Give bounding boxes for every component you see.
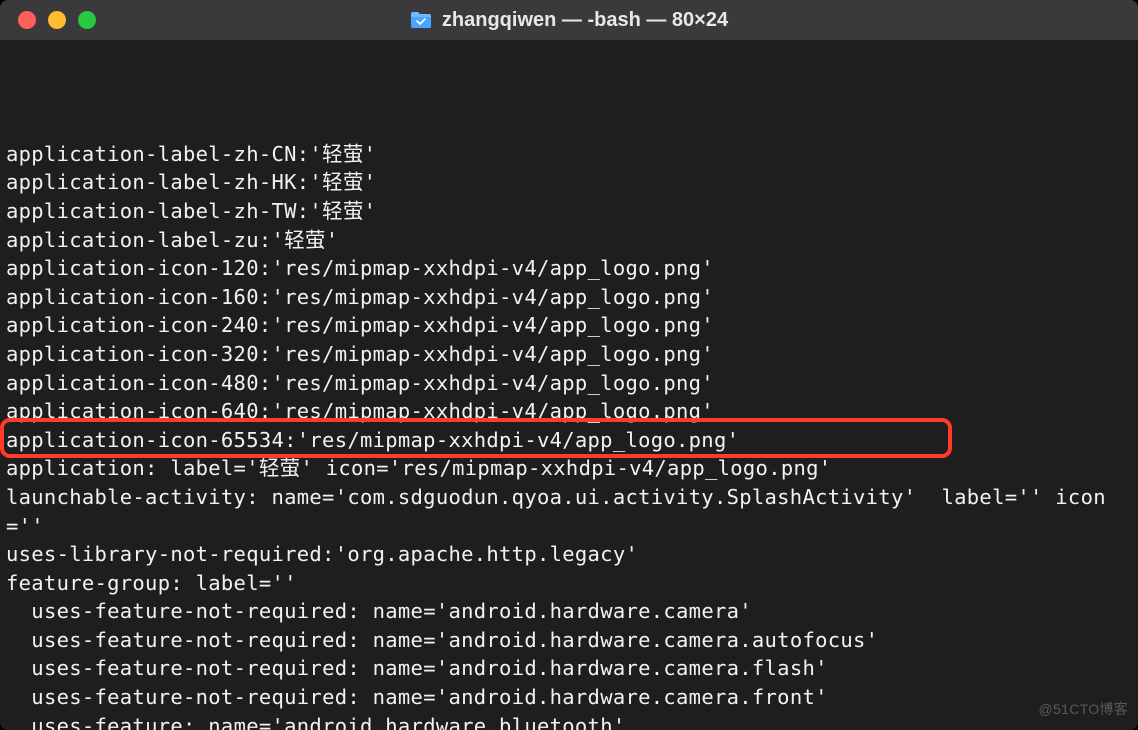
terminal-line: uses-feature-not-required: name='android… (6, 654, 1134, 683)
terminal-window: zhangqiwen — -bash — 80×24 application-l… (0, 0, 1138, 730)
terminal-line: application-label-zh-CN:'轻萤' (6, 140, 1134, 169)
traffic-lights (18, 11, 96, 29)
terminal-line: feature-group: label='' (6, 569, 1134, 598)
terminal-line: uses-feature-not-required: name='android… (6, 683, 1134, 712)
terminal-line: uses-feature-not-required: name='android… (6, 597, 1134, 626)
terminal-line: application-label-zh-HK:'轻萤' (6, 168, 1134, 197)
terminal-line: application-icon-65534:'res/mipmap-xxhdp… (6, 426, 1134, 455)
terminal-line: application-icon-640:'res/mipmap-xxhdpi-… (6, 397, 1134, 426)
titlebar[interactable]: zhangqiwen — -bash — 80×24 (0, 0, 1138, 40)
terminal-line: application: label='轻萤' icon='res/mipmap… (6, 454, 1134, 483)
window-title: zhangqiwen — -bash — 80×24 (442, 9, 728, 32)
folder-icon (410, 11, 432, 29)
zoom-icon[interactable] (78, 11, 96, 29)
terminal-line: uses-feature: name='android.hardware.blu… (6, 712, 1134, 730)
terminal-line: application-icon-320:'res/mipmap-xxhdpi-… (6, 340, 1134, 369)
terminal-line: application-label-zu:'轻萤' (6, 226, 1134, 255)
terminal-output[interactable]: application-label-zh-CN:'轻萤'application-… (0, 40, 1138, 730)
terminal-line: application-icon-480:'res/mipmap-xxhdpi-… (6, 369, 1134, 398)
terminal-line: launchable-activity: name='com.sdguodun.… (6, 483, 1134, 540)
terminal-line: application-icon-120:'res/mipmap-xxhdpi-… (6, 254, 1134, 283)
terminal-line: application-icon-160:'res/mipmap-xxhdpi-… (6, 283, 1134, 312)
terminal-line: uses-library-not-required:'org.apache.ht… (6, 540, 1134, 569)
title-wrap: zhangqiwen — -bash — 80×24 (0, 9, 1138, 32)
close-icon[interactable] (18, 11, 36, 29)
terminal-line: uses-feature-not-required: name='android… (6, 626, 1134, 655)
terminal-line: application-icon-240:'res/mipmap-xxhdpi-… (6, 311, 1134, 340)
terminal-line: application-label-zh-TW:'轻萤' (6, 197, 1134, 226)
minimize-icon[interactable] (48, 11, 66, 29)
